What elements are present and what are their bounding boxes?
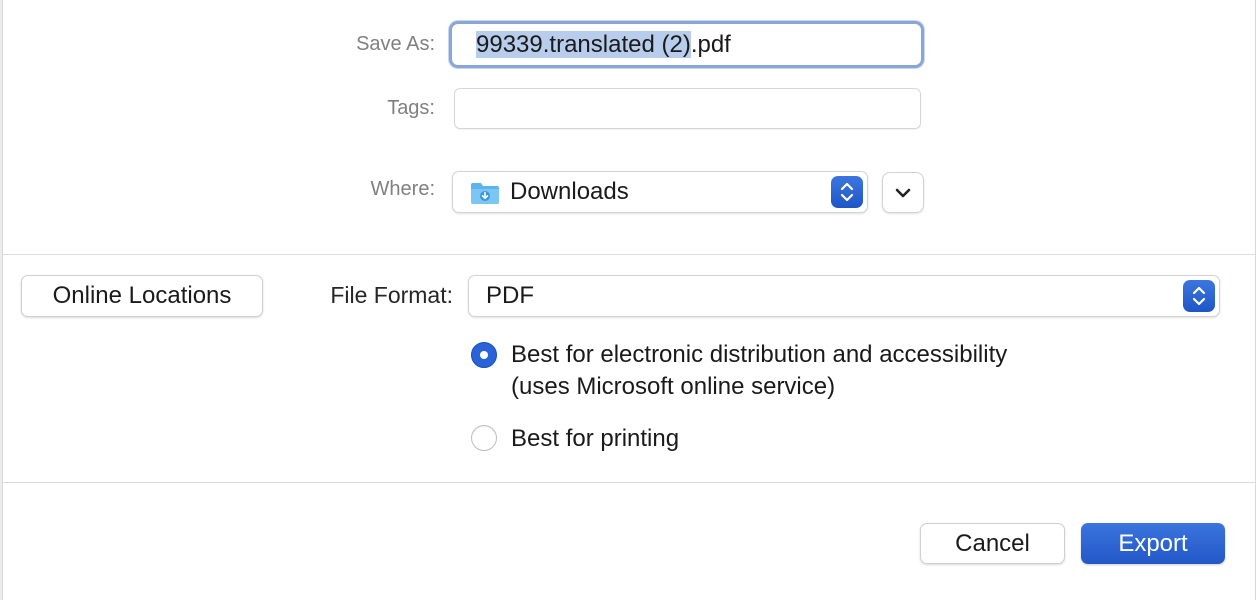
divider-top [3, 254, 1255, 255]
option-electronic-line1[interactable]: Best for electronic distribution and acc… [511, 339, 1007, 370]
chevron-down-icon [895, 188, 911, 198]
tags-input[interactable] [454, 88, 921, 129]
save-dialog: Save As: 99339.translated (2).pdf Tags: … [2, 0, 1256, 600]
cancel-button[interactable]: Cancel [920, 523, 1065, 564]
save-as-input[interactable]: 99339.translated (2).pdf [449, 21, 924, 68]
online-locations-button[interactable]: Online Locations [21, 275, 263, 317]
file-format-popup[interactable]: PDF [468, 275, 1220, 317]
where-label: Where: [370, 178, 435, 200]
option-printing-label[interactable]: Best for printing [511, 423, 679, 454]
where-stepper-icon [831, 176, 863, 208]
filename-extension: .pdf [690, 31, 731, 58]
tags-label: Tags: [387, 97, 435, 119]
divider-bottom [3, 482, 1255, 483]
where-popup[interactable]: Downloads [452, 171, 868, 213]
expand-dialog-button[interactable] [882, 172, 924, 213]
option-electronic-line2: (uses Microsoft online service) [511, 373, 836, 400]
file-format-value: PDF [486, 282, 534, 309]
file-format-stepper-icon [1183, 280, 1215, 312]
file-format-label: File Format: [330, 282, 453, 308]
save-as-label: Save As: [356, 33, 435, 55]
export-button[interactable]: Export [1081, 523, 1225, 564]
where-value: Downloads [510, 178, 629, 205]
downloads-folder-icon [471, 183, 499, 204]
radio-electronic-distribution[interactable] [471, 342, 497, 368]
filename-selection: 99339.translated (2) [476, 31, 691, 58]
radio-printing[interactable] [471, 425, 497, 451]
